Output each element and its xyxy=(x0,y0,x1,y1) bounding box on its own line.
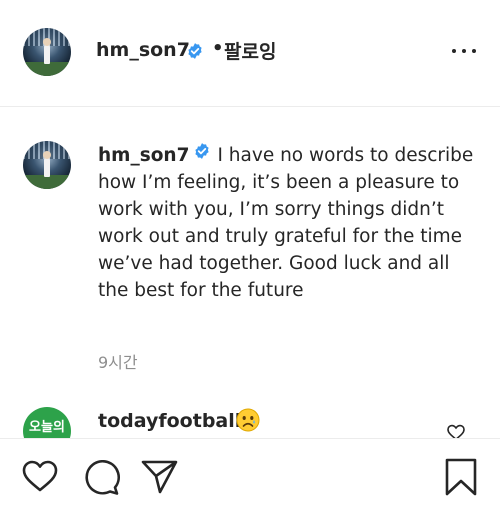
separator-dot: • xyxy=(212,38,224,59)
crying-face-emoji-icon xyxy=(236,408,260,436)
paper-plane-icon[interactable] xyxy=(141,459,179,499)
comment-icon[interactable] xyxy=(83,459,121,500)
heart-icon[interactable] xyxy=(22,460,58,496)
caption: hm_son7 I have no words to describe how I… xyxy=(98,142,478,304)
more-options-icon[interactable] xyxy=(450,40,478,62)
post-timestamp[interactable]: 9시간 xyxy=(98,349,138,373)
header-avatar[interactable] xyxy=(23,28,71,76)
comment-avatar-label: 오늘의 xyxy=(29,420,65,435)
caption-avatar[interactable] xyxy=(23,141,71,189)
header-username[interactable]: hm_son7 xyxy=(96,39,190,61)
caption-text: I have no words to describe how I’m feel… xyxy=(98,145,474,301)
verified-badge-icon xyxy=(186,42,204,64)
header-divider xyxy=(0,106,500,107)
caption-username[interactable]: hm_son7 xyxy=(98,145,189,166)
following-button[interactable]: 팔로잉 xyxy=(224,37,276,64)
bookmark-icon[interactable] xyxy=(444,458,478,500)
action-bar xyxy=(0,438,500,508)
verified-badge-icon xyxy=(193,141,211,168)
comment-username[interactable]: todayfootball xyxy=(98,410,241,432)
